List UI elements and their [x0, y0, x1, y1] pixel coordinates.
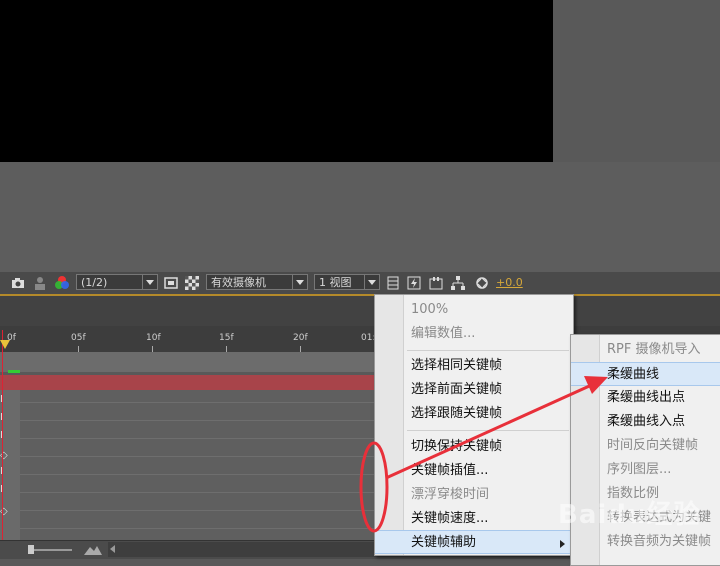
annotation-arrow-head	[584, 376, 608, 394]
annotation-arrow-line	[385, 381, 597, 480]
annotation-ellipse	[359, 441, 389, 533]
annotation-overlay	[359, 376, 608, 533]
baidu-watermark: Baidu经验	[558, 500, 701, 530]
